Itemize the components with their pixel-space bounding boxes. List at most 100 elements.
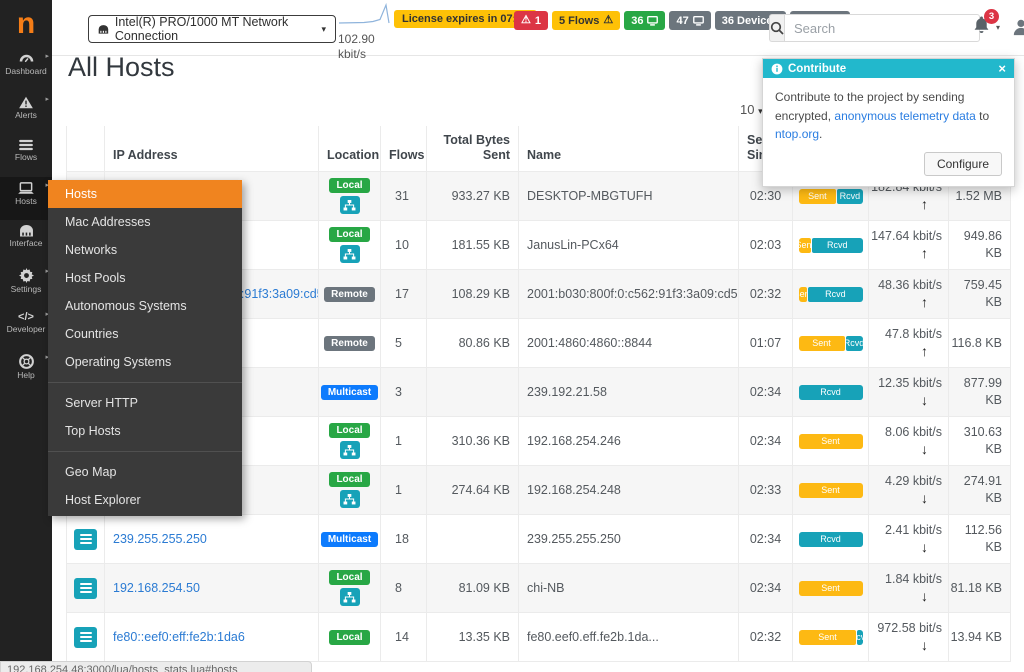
flows-count: 14 xyxy=(381,613,427,662)
seen-since: 02:32 xyxy=(739,613,793,662)
flyout-caret-icon: ▸ xyxy=(45,53,49,60)
sidebar: n Dashboard ▸ Alerts ▸ Flows Hosts ▸ Int… xyxy=(0,0,52,672)
sidebar-item-interface[interactable]: Interface xyxy=(0,220,52,263)
menu-item-autonomous-systems[interactable]: Autonomous Systems xyxy=(48,292,242,320)
misbehaving-flows-badge[interactable]: 5 Flows ⚠ xyxy=(552,11,621,30)
throughput-value: 4.29 kbit/s xyxy=(885,473,942,488)
menu-item-mac-addresses[interactable]: Mac Addresses xyxy=(48,208,242,236)
col-total-bytes-sent[interactable]: Total Bytes Sent xyxy=(427,126,519,172)
total-bytes-sent: 933.27 KB xyxy=(427,172,519,221)
alerts-count-badge[interactable]: ⚠ 1 xyxy=(514,11,548,30)
breakdown-sent-bar: Sent xyxy=(798,482,863,498)
code-icon: </> xyxy=(18,311,34,323)
network-sitemap-icon xyxy=(339,588,360,606)
configure-button[interactable]: Configure xyxy=(923,151,1002,176)
close-icon[interactable]: × xyxy=(998,62,1006,75)
traffic-breakdown-bar: SentRcvd xyxy=(798,629,863,645)
traffic-breakdown-bar: SentRcvd xyxy=(798,286,863,302)
row-actions-button[interactable] xyxy=(74,528,97,550)
throughput-value: 48.36 kbit/s xyxy=(878,277,942,292)
sidebar-item-settings[interactable]: Settings ▸ xyxy=(0,263,52,306)
location-badge: Local xyxy=(329,423,370,438)
user-menu-icon[interactable] xyxy=(1012,18,1024,41)
throughput-sparkline: 102.90 kbit/s xyxy=(338,2,398,62)
host-name: 2001:4860:4860::8844 xyxy=(519,319,739,368)
sidebar-item-help[interactable]: Help ▸ xyxy=(0,349,52,392)
ethernet-icon xyxy=(98,24,109,34)
col-ip-address[interactable]: IP Address xyxy=(105,126,319,172)
row-actions-button[interactable] xyxy=(74,626,97,648)
breakdown-rcvd-bar: Rcvd xyxy=(798,531,863,547)
hamburger-icon xyxy=(79,632,92,642)
search-input[interactable] xyxy=(784,14,980,42)
notifications-count: 3 xyxy=(984,9,999,24)
throughput-value: 147.64 kbit/s xyxy=(871,228,942,243)
menu-item-top-hosts[interactable]: Top Hosts xyxy=(48,417,242,445)
table-row: 239.255.255.250 Multicast 18 239.255.255.25… xyxy=(67,515,1011,564)
sidebar-item-flows[interactable]: Flows xyxy=(0,134,52,177)
total-bytes-sent: 108.29 KB xyxy=(427,270,519,319)
alert-triangle-icon xyxy=(19,96,33,109)
ntopng-logo[interactable]: n xyxy=(0,0,52,48)
menu-item-host-explorer[interactable]: Host Explorer xyxy=(48,486,242,514)
sidebar-item-hosts[interactable]: Hosts ▸ xyxy=(0,177,52,220)
breakdown-sent-bar: Sent xyxy=(798,335,845,351)
throughput-value: 12.35 kbit/s xyxy=(878,375,942,390)
menu-item-host-pools[interactable]: Host Pools xyxy=(48,264,242,292)
search-icon[interactable] xyxy=(769,14,784,42)
menu-divider xyxy=(48,451,242,452)
flows-count: 1 xyxy=(381,466,427,515)
chevron-down-icon: ▾ xyxy=(996,23,1001,32)
notifications-button[interactable]: 3 ▾ xyxy=(972,9,1006,39)
network-sitemap-icon xyxy=(339,196,360,214)
throughput-value: 8.06 kbit/s xyxy=(885,424,942,439)
flows-count: 17 xyxy=(381,270,427,319)
sidebar-item-dashboard[interactable]: Dashboard ▸ xyxy=(0,48,52,91)
menu-item-networks[interactable]: Networks xyxy=(48,236,242,264)
menu-item-countries[interactable]: Countries xyxy=(48,320,242,348)
flows-count: 3 xyxy=(381,368,427,417)
col-flows[interactable]: Flows xyxy=(381,126,427,172)
ntop-org-link[interactable]: ntop.org xyxy=(775,127,819,141)
host-ip-link[interactable]: 239.255.255.250 xyxy=(113,532,207,546)
total-bytes: 112.56 KB xyxy=(949,515,1011,564)
total-bytes: 81.18 KB xyxy=(949,564,1011,613)
flows-count: 10 xyxy=(381,221,427,270)
menu-item-server-http[interactable]: Server HTTP xyxy=(48,389,242,417)
total-hosts-badge[interactable]: 47 xyxy=(669,11,711,30)
host-name: 192.168.254.248 xyxy=(519,466,739,515)
table-row: fe80::eef0:eff:fe2b:1da6 Local 14 13.35 KB f… xyxy=(67,613,1011,662)
flows-list-icon xyxy=(19,139,33,151)
page-size-select[interactable]: 10 ▾ xyxy=(740,102,763,117)
menu-item-operating-systems[interactable]: Operating Systems xyxy=(48,348,242,376)
trend-up-icon: ↑ xyxy=(921,294,928,311)
contribute-popup: Contribute × Contribute to the project b… xyxy=(762,58,1015,187)
col-location[interactable]: Location xyxy=(319,126,381,172)
breakdown-sent-bar: Sent xyxy=(798,580,863,596)
host-ip-link[interactable]: fe80::eef0:eff:fe2b:1da6 xyxy=(113,630,245,644)
gauge-icon xyxy=(19,54,33,63)
seen-since: 02:34 xyxy=(739,368,793,417)
location-badge: Local xyxy=(329,570,370,585)
menu-item-geo-map[interactable]: Geo Map xyxy=(48,458,242,486)
telemetry-data-link[interactable]: anonymous telemetry data xyxy=(834,109,975,123)
host-name: 2001:b030:800f:0:c562:91f3:3a09:cd5b xyxy=(519,270,739,319)
active-hosts-badge[interactable]: 36 xyxy=(624,11,666,30)
trend-down-icon: ↓ xyxy=(921,490,928,507)
seen-since: 02:34 xyxy=(739,515,793,564)
interface-select[interactable]: Intel(R) PRO/1000 MT Network Connection … xyxy=(88,15,336,43)
host-name: 192.168.254.246 xyxy=(519,417,739,466)
total-bytes: 949.86 KB xyxy=(949,221,1011,270)
flows-count: 31 xyxy=(381,172,427,221)
menu-item-hosts[interactable]: Hosts xyxy=(48,180,242,208)
col-name[interactable]: Name xyxy=(519,126,739,172)
location-badge: Remote xyxy=(324,335,375,351)
sidebar-item-alerts[interactable]: Alerts ▸ xyxy=(0,91,52,134)
total-bytes-sent: 80.86 KB xyxy=(427,319,519,368)
sidebar-item-developer[interactable]: </> Developer ▸ xyxy=(0,306,52,349)
seen-since: 02:33 xyxy=(739,466,793,515)
row-actions-button[interactable] xyxy=(74,577,97,599)
breakdown-sent-bar: Sent xyxy=(798,286,808,302)
chevron-down-icon: ▾ xyxy=(321,23,326,34)
host-ip-link[interactable]: 192.168.254.50 xyxy=(113,581,200,595)
